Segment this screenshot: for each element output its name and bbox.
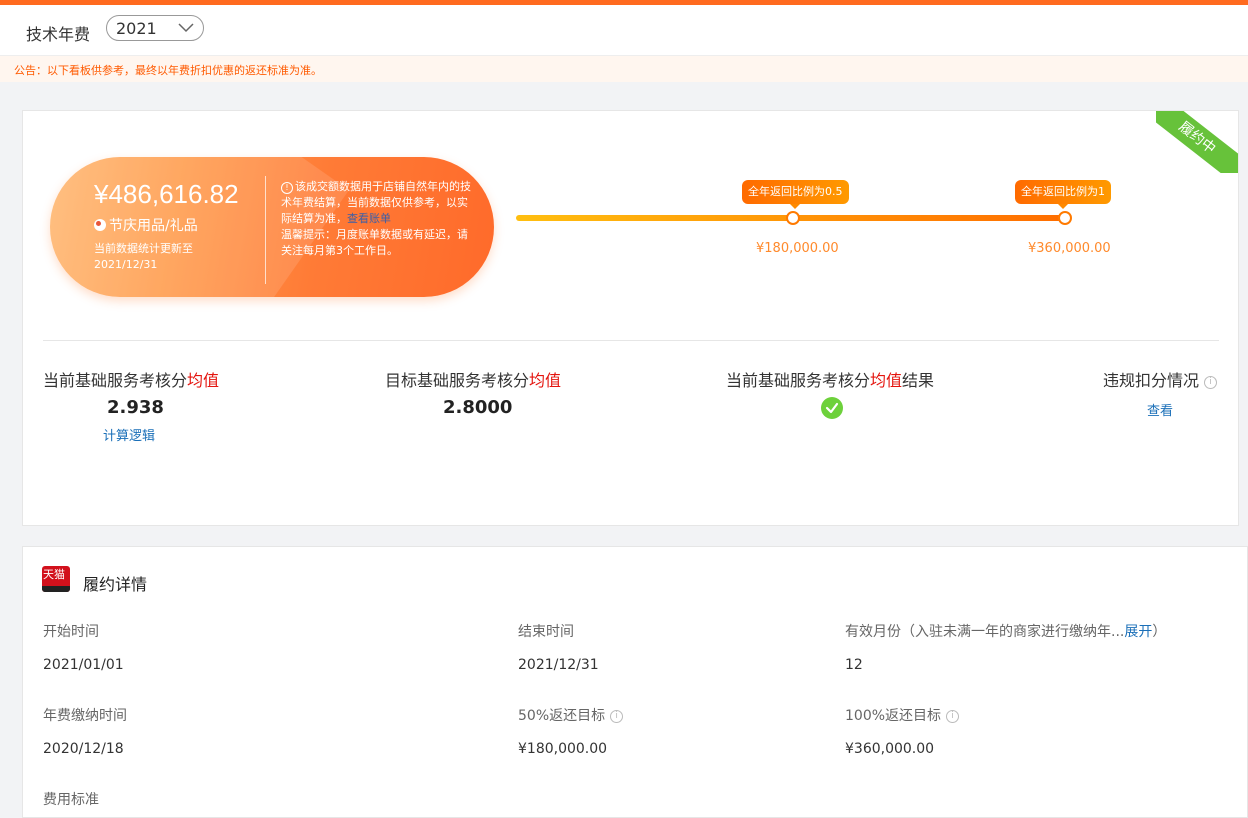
penalty-label: 违规扣分情况 i (1103, 367, 1218, 391)
end-time-label: 结束时间 (518, 624, 574, 640)
update-text: 当前数据统计更新至 (94, 242, 193, 255)
divider (43, 340, 1219, 341)
progress-tag-50: 全年返回比例为0.5 (742, 180, 849, 209)
amount-description: ! 该成交额数据用于店铺自然年内的技术年费结算，当前数据仅供参考，以实际结算为准，… (281, 179, 471, 259)
year-select-value: 2021 (116, 19, 157, 38)
progress-marker-100 (1058, 211, 1072, 225)
calc-logic-link[interactable]: 计算逻辑 (103, 425, 155, 444)
pill-divider (265, 176, 266, 284)
amount-pill: ¥486,616.82 节庆用品/礼品 当前数据统计更新至 2021/12/31… (50, 157, 494, 297)
section-title: 履约详情 (83, 575, 148, 594)
penalty-info-icon[interactable]: i (1204, 376, 1218, 389)
category: 节庆用品/礼品 (94, 215, 198, 235)
view-bill-link[interactable]: 查看账单 (347, 212, 391, 225)
desc-tip: 温馨提示：月度账单数据或有延迟，请关注每月第3个工作日。 (281, 228, 468, 257)
target-50-label: 50%返还目标 i (518, 705, 624, 725)
pay-time-label: 年费缴纳时间 (43, 708, 127, 724)
page-title: 技术年费 (26, 25, 91, 44)
valid-months-label: 有效月份（入驻未满一年的商家进行缴纳年...展开） (845, 624, 1167, 640)
progress-tag-100: 全年返回比例为1 (1015, 180, 1111, 209)
info-icon: ! (281, 182, 293, 194)
page-header: 技术年费 2021 (0, 5, 1248, 56)
category-label: 节庆用品/礼品 (109, 218, 198, 234)
check-icon (821, 397, 843, 419)
pay-time-value: 2020/12/18 (43, 741, 124, 757)
details-card: 天猫 履约详情 开始时间 2021/01/01 结束时间 2021/12/31 … (22, 546, 1248, 818)
start-time-label: 开始时间 (43, 624, 99, 640)
target-50-info-icon[interactable]: i (610, 710, 624, 723)
update-date: 2021/12/31 (94, 258, 158, 271)
year-select[interactable]: 2021 (106, 15, 204, 41)
current-score-value: 2.938 (107, 397, 164, 418)
target-score-label: 目标基础服务考核分均值 (385, 371, 562, 390)
progress-marker-50 (786, 211, 800, 225)
progress-value-50: ¥180,000.00 (756, 241, 839, 256)
trade-amount: ¥486,616.82 (94, 179, 239, 209)
tmall-logo-icon: 天猫 (42, 566, 70, 592)
start-time-value: 2021/01/01 (43, 657, 124, 673)
target-50-value: ¥180,000.00 (518, 741, 608, 757)
end-time-value: 2021/12/31 (518, 657, 599, 673)
target-100-label: 100%返还目标 i (845, 705, 960, 725)
current-score-label: 当前基础服务考核分均值 (43, 371, 220, 390)
notice-bar: 公告：以下看板供参考，最终以年费折扣优惠的返还标准为准。 (0, 56, 1248, 82)
penalty-view-link[interactable]: 查看 (1147, 400, 1173, 419)
target-score-value: 2.8000 (443, 397, 513, 418)
score-result-label: 当前基础服务考核分均值结果 (726, 371, 935, 390)
target-100-info-icon[interactable]: i (946, 710, 960, 723)
chevron-down-icon (178, 23, 194, 33)
category-icon (94, 219, 106, 231)
update-info: 当前数据统计更新至 2021/12/31 (94, 241, 193, 273)
summary-card: 履约中 ¥486,616.82 节庆用品/礼品 当前数据统计更新至 2021/1… (22, 110, 1239, 526)
target-100-value: ¥360,000.00 (845, 741, 935, 757)
status-ribbon: 履约中 (1156, 111, 1238, 173)
expand-link[interactable]: 展开 (1124, 624, 1152, 640)
valid-months-value: 12 (845, 657, 863, 673)
fee-standard-label: 费用标准 (43, 792, 99, 808)
progress-value-100: ¥360,000.00 (1028, 241, 1111, 256)
notice-text: 公告：以下看板供参考，最终以年费折扣优惠的返还标准为准。 (14, 64, 322, 77)
status-ribbon-label: 履约中 (1156, 111, 1238, 173)
